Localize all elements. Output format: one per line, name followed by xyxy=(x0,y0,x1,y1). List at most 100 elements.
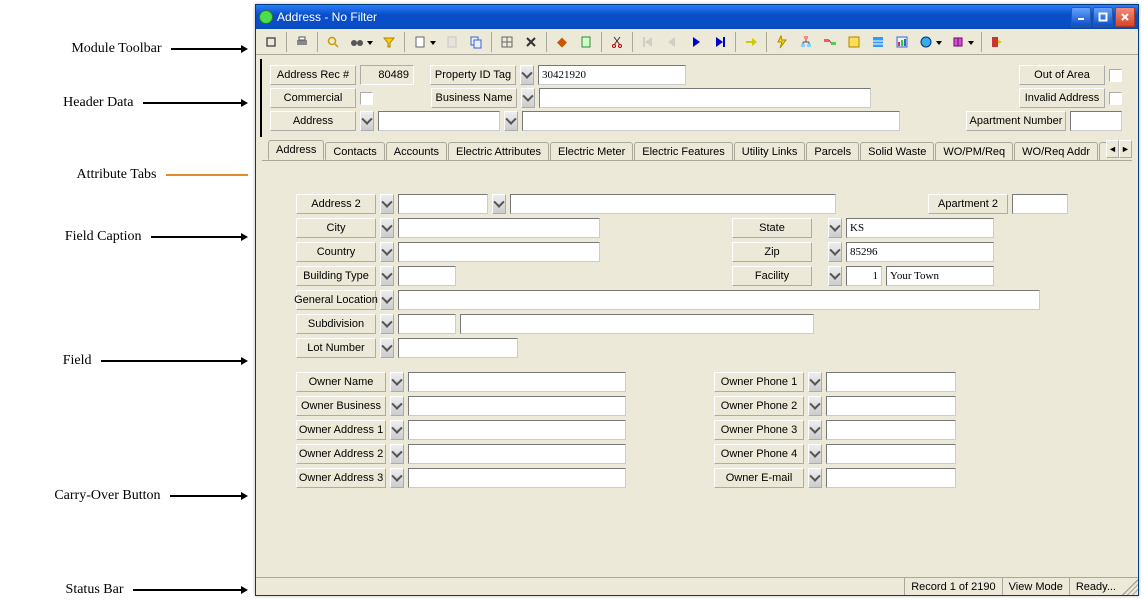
subdivision-name-field[interactable] xyxy=(460,314,814,334)
owner-phone3-field[interactable] xyxy=(826,420,956,440)
carry-over-address-2[interactable] xyxy=(504,111,518,131)
search-icon[interactable] xyxy=(322,31,344,53)
tab-scroll-left[interactable]: ◄ xyxy=(1106,140,1119,158)
carry-over-business-name[interactable] xyxy=(521,88,535,108)
property-id-tag-label[interactable]: Property ID Tag xyxy=(430,65,516,85)
next-record-icon[interactable] xyxy=(685,31,707,53)
last-record-icon[interactable] xyxy=(709,31,731,53)
tab-wo-req-addr[interactable]: WO/Req Addr xyxy=(1014,142,1098,161)
facility-name-field[interactable] xyxy=(886,266,994,286)
owner-phone1-label[interactable]: Owner Phone 1 xyxy=(714,372,804,392)
owner-address2-field[interactable] xyxy=(408,444,626,464)
address2-label[interactable]: Address 2 xyxy=(296,194,376,214)
owner-email-label[interactable]: Owner E-mail xyxy=(714,468,804,488)
carry-over-owner-phone4[interactable] xyxy=(808,444,822,464)
help-book-icon[interactable] xyxy=(947,31,969,53)
subdivision-code-field[interactable] xyxy=(398,314,456,334)
carry-over-address-1[interactable] xyxy=(360,111,374,131)
state-field[interactable] xyxy=(846,218,994,238)
tab-electric-features[interactable]: Electric Features xyxy=(634,142,733,161)
carry-over-general-location[interactable] xyxy=(380,290,394,310)
apartment-number-label[interactable]: Apartment Number xyxy=(966,111,1066,131)
subdivision-label[interactable]: Subdivision xyxy=(296,314,376,334)
owner-address3-label[interactable]: Owner Address 3 xyxy=(296,468,386,488)
address-street-field[interactable] xyxy=(522,111,900,131)
carry-over-facility[interactable] xyxy=(828,266,842,286)
globe-icon[interactable] xyxy=(915,31,937,53)
invalid-address-checkbox[interactable] xyxy=(1109,92,1122,105)
general-location-label[interactable]: General Location xyxy=(296,290,376,310)
owner-address1-label[interactable]: Owner Address 1 xyxy=(296,420,386,440)
apartment-number-field[interactable] xyxy=(1070,111,1122,131)
owner-name-field[interactable] xyxy=(408,372,626,392)
resize-grip[interactable] xyxy=(1122,579,1138,595)
out-of-area-label[interactable]: Out of Area xyxy=(1019,65,1105,85)
carry-over-address2b[interactable] xyxy=(492,194,506,214)
apartment2-label[interactable]: Apartment 2 xyxy=(928,194,1008,214)
owner-phone2-label[interactable]: Owner Phone 2 xyxy=(714,396,804,416)
owner-business-label[interactable]: Owner Business xyxy=(296,396,386,416)
owner-business-field[interactable] xyxy=(408,396,626,416)
out-of-area-checkbox[interactable] xyxy=(1109,69,1122,82)
city-label[interactable]: City xyxy=(296,218,376,238)
zip-field[interactable] xyxy=(846,242,994,262)
carry-over-lot-number[interactable] xyxy=(380,338,394,358)
owner-phone4-field[interactable] xyxy=(826,444,956,464)
owner-address3-field[interactable] xyxy=(408,468,626,488)
carry-over-owner-phone2[interactable] xyxy=(808,396,822,416)
carry-over-owner-phone1[interactable] xyxy=(808,372,822,392)
carry-over-property-id[interactable] xyxy=(520,65,534,85)
carry-over-owner-phone3[interactable] xyxy=(808,420,822,440)
cut-icon[interactable] xyxy=(606,31,628,53)
lot-number-label[interactable]: Lot Number xyxy=(296,338,376,358)
carry-over-address2a[interactable] xyxy=(380,194,394,214)
business-name-label[interactable]: Business Name xyxy=(431,88,517,108)
map-yellow-icon[interactable] xyxy=(843,31,865,53)
carry-over-owner-name[interactable] xyxy=(390,372,404,392)
state-label[interactable]: State xyxy=(732,218,812,238)
link-icon[interactable] xyxy=(819,31,841,53)
tab-solid-waste[interactable]: Solid Waste xyxy=(860,142,934,161)
owner-email-field[interactable] xyxy=(826,468,956,488)
address2-num-field[interactable] xyxy=(398,194,488,214)
maximize-button[interactable] xyxy=(1093,7,1113,27)
owner-name-label[interactable]: Owner Name xyxy=(296,372,386,392)
owner-phone4-label[interactable]: Owner Phone 4 xyxy=(714,444,804,464)
apartment2-field[interactable] xyxy=(1012,194,1068,214)
first-record-icon[interactable] xyxy=(637,31,659,53)
owner-phone3-label[interactable]: Owner Phone 3 xyxy=(714,420,804,440)
tab-contacts[interactable]: Contacts xyxy=(325,142,384,161)
address-num-field[interactable] xyxy=(378,111,500,131)
carry-over-building-type[interactable] xyxy=(380,266,394,286)
property-id-tag-field[interactable] xyxy=(538,65,686,85)
close-button[interactable] xyxy=(1115,7,1135,27)
carry-over-owner-address1[interactable] xyxy=(390,420,404,440)
cancel-x-icon[interactable] xyxy=(520,31,542,53)
invalid-address-label[interactable]: Invalid Address xyxy=(1019,88,1105,108)
goto-arrow-icon[interactable] xyxy=(740,31,762,53)
carry-over-city[interactable] xyxy=(380,218,394,238)
carry-over-owner-address3[interactable] xyxy=(390,468,404,488)
copy-record-icon[interactable] xyxy=(465,31,487,53)
exit-door-icon[interactable] xyxy=(986,31,1008,53)
country-label[interactable]: Country xyxy=(296,242,376,262)
new-record-icon[interactable] xyxy=(409,31,431,53)
owner-phone1-field[interactable] xyxy=(826,372,956,392)
tab-wo-pm-req[interactable]: WO/PM/Req xyxy=(935,142,1013,161)
notebook-icon[interactable] xyxy=(575,31,597,53)
carry-over-owner-email[interactable] xyxy=(808,468,822,488)
tab-electric-meter[interactable]: Electric Meter xyxy=(550,142,633,161)
facility-id-field[interactable] xyxy=(846,266,882,286)
address2-street-field[interactable] xyxy=(510,194,836,214)
tab-electric-attributes[interactable]: Electric Attributes xyxy=(448,142,549,161)
owner-phone2-field[interactable] xyxy=(826,396,956,416)
commercial-checkbox[interactable] xyxy=(360,92,373,105)
building-type-label[interactable]: Building Type xyxy=(296,266,376,286)
print-icon[interactable] xyxy=(291,31,313,53)
tab-parcels[interactable]: Parcels xyxy=(806,142,859,161)
filter-funnel-icon[interactable] xyxy=(378,31,400,53)
commercial-label[interactable]: Commercial xyxy=(270,88,356,108)
building-type-field[interactable] xyxy=(398,266,456,286)
tab-address[interactable]: Address xyxy=(268,140,324,160)
facility-label[interactable]: Facility xyxy=(732,266,812,286)
